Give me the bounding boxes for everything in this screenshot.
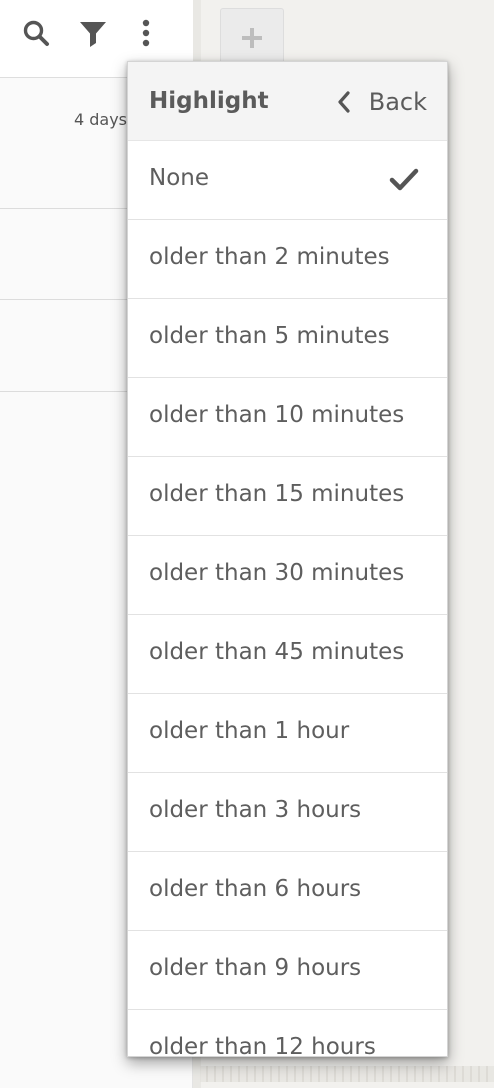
plus-icon [242,28,262,48]
menu-item-15-minutes[interactable]: older than 15 minutes [128,457,447,536]
back-button[interactable]: Back [335,86,427,118]
menu-item-label: older than 3 hours [149,797,362,823]
menu-item-label: older than 10 minutes [149,402,405,428]
menu-item-label: None [149,165,210,191]
app-stage: 4 days Highlight Back None older than 2 … [0,0,494,1088]
search-icon[interactable] [21,18,51,48]
add-column-button[interactable] [220,8,284,66]
filter-icon[interactable] [78,18,108,48]
menu-item-1-hour[interactable]: older than 1 hour [128,694,447,773]
back-label: Back [368,88,427,116]
menu-item-45-minutes[interactable]: older than 45 minutes [128,615,447,694]
menu-item-none[interactable]: None [128,141,447,220]
chevron-left-icon [338,91,350,113]
menu-item-5-minutes[interactable]: older than 5 minutes [128,299,447,378]
menu-item-label: older than 30 minutes [149,560,405,586]
menu-title: Highlight [149,88,269,114]
menu-item-label: older than 1 hour [149,718,350,744]
menu-item-label: older than 6 hours [149,876,362,902]
checkmark-icon [389,168,419,191]
menu-header: Highlight Back [128,62,447,141]
menu-item-3-hours[interactable]: older than 3 hours [128,773,447,852]
menu-item-label: older than 5 minutes [149,323,390,349]
menu-item-9-hours[interactable]: older than 9 hours [128,931,447,1010]
menu-item-label: older than 2 minutes [149,244,390,270]
menu-item-list: None older than 2 minutes older than 5 m… [128,141,447,1057]
menu-item-30-minutes[interactable]: older than 30 minutes [128,536,447,615]
menu-item-2-minutes[interactable]: older than 2 minutes [128,220,447,299]
menu-item-6-hours[interactable]: older than 6 hours [128,852,447,931]
menu-item-label: older than 9 hours [149,955,362,981]
menu-item-label: older than 15 minutes [149,481,405,507]
menu-item-12-hours[interactable]: older than 12 hours [128,1010,447,1057]
highlight-dropdown-menu: Highlight Back None older than 2 minutes… [127,61,448,1057]
item-timestamp: 4 days [73,110,127,129]
horizontal-scrollbar[interactable] [200,1066,494,1082]
more-vertical-icon[interactable] [131,18,161,48]
menu-item-label: older than 12 hours [149,1034,376,1057]
menu-item-10-minutes[interactable]: older than 10 minutes [128,378,447,457]
menu-item-label: older than 45 minutes [149,639,405,665]
